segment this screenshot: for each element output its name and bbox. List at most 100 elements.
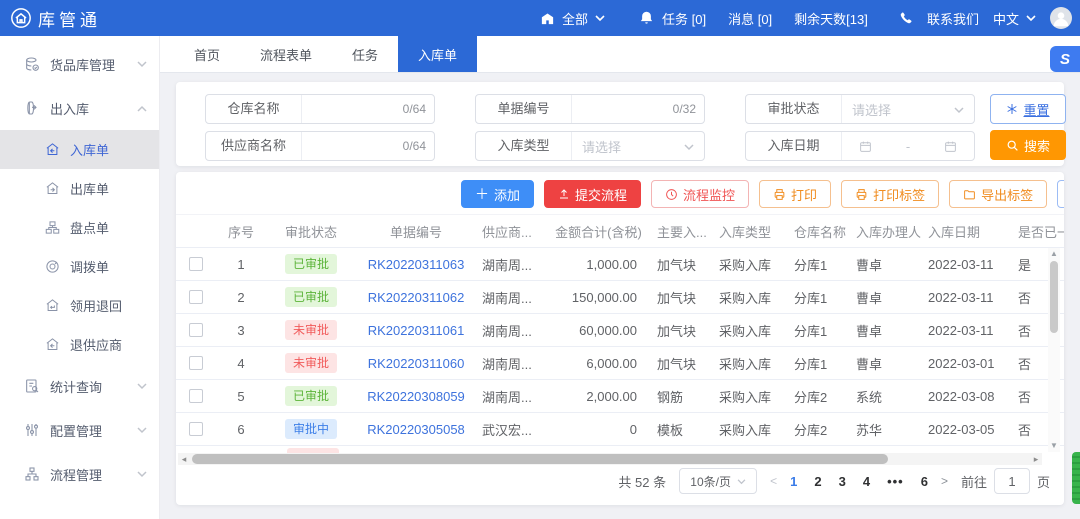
cell-supplier: 湖南周... <box>476 314 546 347</box>
scroll-left-arrow[interactable]: ◂ <box>178 453 190 465</box>
status-badge: 已审批 <box>285 386 337 406</box>
scope-selector[interactable]: 全部 <box>540 9 605 28</box>
print-button[interactable]: 打印 <box>759 180 831 208</box>
row-checkbox[interactable] <box>189 257 203 271</box>
plus-icon: ＋ <box>475 184 489 204</box>
add-button[interactable]: ＋ 添加 <box>461 180 534 208</box>
date-end-picker[interactable] <box>944 140 957 153</box>
user-avatar[interactable] <box>1050 7 1072 29</box>
cell-amount: 150,000.00 <box>546 281 651 314</box>
tab-home[interactable]: 首页 <box>174 36 240 72</box>
page-number[interactable]: 3 <box>839 474 846 489</box>
sidebar-item-return-to-supplier[interactable]: 退供应商 <box>0 325 159 364</box>
flow-monitor-button[interactable]: 流程监控 <box>651 180 749 208</box>
field-label: 供应商名称 <box>206 132 302 160</box>
row-checkbox[interactable] <box>189 422 203 436</box>
sidebar-item-statistics-query[interactable]: 统计查询 <box>0 364 159 408</box>
cell-supplier: 武汉宏... <box>476 413 546 446</box>
sidebar-item-outbound-order[interactable]: 出库单 <box>0 169 159 208</box>
vertical-scroll-thumb[interactable] <box>1050 261 1058 333</box>
tasks-link[interactable]: 任务 [0] <box>662 9 706 28</box>
col-date: 入库日期 <box>922 215 1012 248</box>
page-ellipsis[interactable]: ••• <box>887 474 904 489</box>
sidebar-item-config-mgmt[interactable]: 配置管理 <box>0 408 159 452</box>
next-page-arrow[interactable]: > <box>941 474 948 488</box>
scroll-right-arrow[interactable]: ▸ <box>1030 453 1042 465</box>
col-doc-no: 单据编号 <box>356 215 476 248</box>
char-counter: 0/64 <box>403 139 426 153</box>
warehouse-name-field: 仓库名称 0/64 <box>205 94 435 124</box>
browser-extension-badge[interactable]: S <box>1050 46 1080 72</box>
supplier-name-field: 供应商名称 0/64 <box>205 131 435 161</box>
cell-warehouse: 分库1 <box>788 248 850 281</box>
cell-supplier: 湖南周... <box>476 380 546 413</box>
cell-material: 加气块 <box>651 347 713 380</box>
toggle-columns-button[interactable]: 显/隐列 <box>1057 180 1064 208</box>
cell-warehouse: 分库1 <box>788 281 850 314</box>
row-checkbox[interactable] <box>189 389 203 403</box>
page-size-select[interactable]: 10条/页 <box>679 468 757 494</box>
doc-no-link[interactable]: RK20220311061 <box>368 323 465 338</box>
green-scroll-indicator[interactable] <box>1072 452 1080 504</box>
doc-no-link[interactable]: RK20220311060 <box>368 356 465 371</box>
chevron-down-icon <box>137 427 147 434</box>
page-number[interactable]: 1 <box>790 474 797 489</box>
cell-seq: 1 <box>216 248 266 281</box>
doc-no-link[interactable]: RK20220305058 <box>367 422 465 437</box>
sidebar-item-in-out-warehouse[interactable]: 出入库 <box>0 86 159 130</box>
row-checkbox[interactable] <box>189 290 203 304</box>
app-title: 库管通 <box>38 6 101 31</box>
doc-no-link[interactable]: RK20220311063 <box>368 257 465 272</box>
cell-type: 采购入库 <box>713 380 788 413</box>
contact-link[interactable]: 联系我们 <box>927 9 979 28</box>
doc-no-link[interactable]: RK20220308059 <box>367 389 465 404</box>
submit-flow-button[interactable]: 提交流程 <box>544 180 641 208</box>
tab-inbound-order[interactable]: 入库单 <box>398 36 477 72</box>
vertical-scrollbar[interactable]: ▲ ▼ <box>1048 248 1060 452</box>
doc-no-link[interactable]: RK20220311062 <box>368 290 465 305</box>
inbound-orders-table: 序号 审批状态 单据编号 供应商... 金额合计(含税) 主要入... 入库类型… <box>176 214 1064 446</box>
inbound-type-select[interactable]: 请选择 <box>572 132 704 160</box>
approval-status-select[interactable]: 请选择 <box>842 95 974 123</box>
chevron-down-icon <box>954 102 964 117</box>
cell-date: 2022-03-11 <box>922 314 1012 347</box>
results-panel: ＋ 添加 提交流程 流程监控 打印 打印标签 <box>176 172 1064 505</box>
page-number[interactable]: 4 <box>863 474 870 489</box>
cell-warehouse: 分库2 <box>788 380 850 413</box>
prev-page-arrow[interactable]: < <box>770 474 777 488</box>
row-checkbox[interactable] <box>189 356 203 370</box>
search-button[interactable]: 搜索 <box>990 130 1066 160</box>
date-start-picker[interactable] <box>859 140 872 153</box>
row-checkbox[interactable] <box>189 323 203 337</box>
reset-label: 重置 <box>1023 100 1049 119</box>
sidebar-item-transfer-order[interactable]: 调拨单 <box>0 247 159 286</box>
scroll-up-arrow[interactable]: ▲ <box>1048 248 1060 260</box>
field-label: 审批状态 <box>746 95 842 123</box>
sidebar: 货品库管理 出入库 入库单 出库单 盘点单 调拨单 <box>0 36 160 519</box>
tab-flow-forms[interactable]: 流程表单 <box>240 36 332 72</box>
goto-page-input[interactable] <box>994 468 1030 494</box>
sidebar-item-workflow-mgmt[interactable]: 流程管理 <box>0 452 159 496</box>
horizontal-scrollbar[interactable]: ◂ ▸ <box>178 453 1042 465</box>
language-selector[interactable]: 中文 <box>993 9 1036 28</box>
bell-icon[interactable] <box>639 10 654 26</box>
upload-icon <box>558 188 570 200</box>
submit-flow-label: 提交流程 <box>575 185 627 204</box>
col-amount: 金额合计(含税) <box>546 215 651 248</box>
sidebar-item-label: 流程管理 <box>50 465 127 484</box>
page-number[interactable]: 2 <box>814 474 821 489</box>
page-number[interactable]: 6 <box>921 474 928 489</box>
tab-tasks[interactable]: 任务 <box>332 36 398 72</box>
export-tag-button[interactable]: 导出标签 <box>949 180 1047 208</box>
scroll-down-arrow[interactable]: ▼ <box>1048 440 1060 452</box>
horizontal-scroll-thumb[interactable] <box>192 454 888 464</box>
sidebar-item-goods-warehouse-mgmt[interactable]: 货品库管理 <box>0 42 159 86</box>
sidebar-item-stocktake-order[interactable]: 盘点单 <box>0 208 159 247</box>
sidebar-item-inbound-order[interactable]: 入库单 <box>0 130 159 169</box>
messages-link[interactable]: 消息 [0] <box>728 9 772 28</box>
search-icon <box>1006 139 1019 152</box>
sparkle-icon <box>1006 103 1018 115</box>
print-tag-button[interactable]: 打印标签 <box>841 180 939 208</box>
reset-button[interactable]: 重置 <box>990 94 1066 124</box>
sidebar-item-requisition-return[interactable]: 领用退回 <box>0 286 159 325</box>
